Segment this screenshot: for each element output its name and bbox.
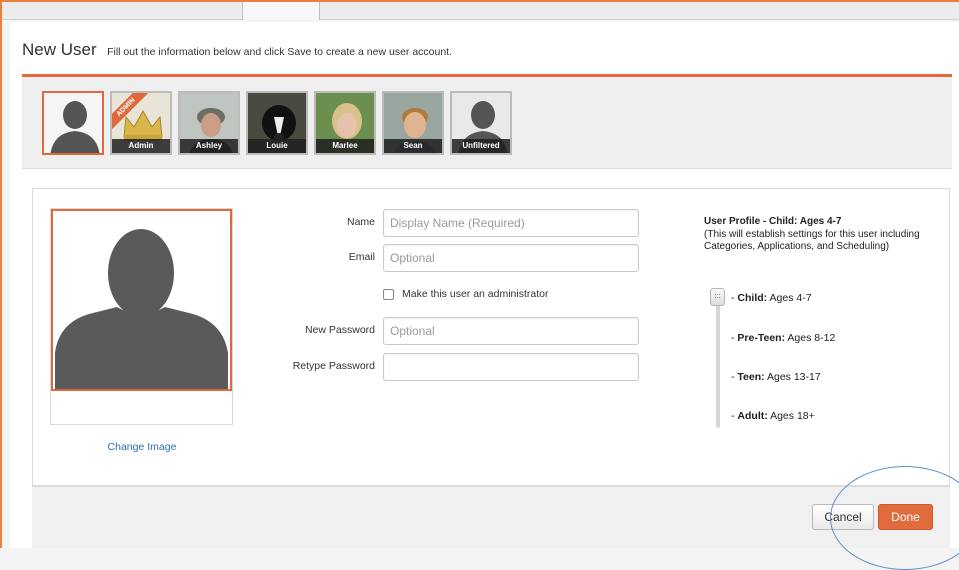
retype-password-label: Retype Password <box>292 360 375 372</box>
profile-photo-frame <box>50 208 233 425</box>
admin-checkbox[interactable] <box>383 288 394 300</box>
name-input[interactable] <box>383 209 639 237</box>
name-label: Name <box>346 216 375 228</box>
user-thumb-label: Sean <box>384 139 442 153</box>
age-level-range: Ages 13-17 <box>764 371 821 383</box>
new-password-input[interactable] <box>383 317 639 345</box>
age-level-preteen[interactable]: - Pre-Teen: Ages 8-12 <box>731 332 835 344</box>
user-thumb-sean[interactable]: Sean <box>382 91 444 155</box>
admin-checkbox-label: Make this user an administrator <box>402 288 549 300</box>
user-thumb-admin[interactable]: ADMIN Admin <box>110 91 172 155</box>
new-password-label: New Password <box>304 324 375 336</box>
profile-title: User Profile - Child: Ages 4-7 <box>704 216 842 227</box>
user-thumb-ashley[interactable]: Ashley <box>178 91 240 155</box>
user-thumb-label: Louie <box>248 139 306 153</box>
top-toolbar-strip <box>2 2 959 20</box>
page-title: New User <box>22 40 97 59</box>
profile-photo[interactable] <box>51 209 232 391</box>
cancel-button[interactable]: Cancel <box>812 504 874 530</box>
profile-description: (This will establish settings for this u… <box>704 229 920 252</box>
toolbar-tab[interactable] <box>242 2 320 20</box>
age-level-name: Pre-Teen: <box>737 332 786 344</box>
silhouette-icon <box>55 229 228 389</box>
user-thumb-marlee[interactable]: Marlee <box>314 91 376 155</box>
age-level-adult[interactable]: - Adult: Ages 18+ <box>731 410 815 422</box>
user-thumb-label: Admin <box>112 139 170 153</box>
age-level-name: Teen: <box>737 371 765 383</box>
age-level-range: Ages 4-7 <box>767 292 812 304</box>
age-level-range: Ages 18+ <box>767 410 815 422</box>
admin-checkbox-row[interactable]: Make this user an administrator <box>383 288 548 300</box>
user-thumb-louie[interactable]: Louie <box>246 91 308 155</box>
done-button[interactable]: Done <box>878 504 933 530</box>
age-level-child[interactable]: - Child: Ages 4-7 <box>731 292 812 304</box>
user-selector-strip: ADMIN Admin Ashley Louie Marlee Sean Unf… <box>22 77 952 169</box>
slider-handle-icon[interactable]: ::: <box>710 288 725 306</box>
profile-slider-track[interactable] <box>716 290 720 428</box>
silhouette-icon <box>44 93 102 153</box>
user-thumb-label: Ashley <box>180 139 238 153</box>
email-input[interactable] <box>383 244 639 272</box>
age-level-teen[interactable]: - Teen: Ages 13-17 <box>731 371 821 383</box>
retype-password-input[interactable] <box>383 353 639 381</box>
user-thumb-label: Marlee <box>316 139 374 153</box>
page-header: New User Fill out the information below … <box>22 40 452 60</box>
age-level-name: Child: <box>737 292 768 304</box>
user-thumb-new[interactable] <box>42 91 104 155</box>
user-thumb-label: Unfiltered <box>452 139 510 153</box>
email-label: Email <box>348 251 375 263</box>
age-level-range: Ages 8-12 <box>785 332 836 344</box>
page-subtitle: Fill out the information below and click… <box>107 46 453 58</box>
change-image-link[interactable]: Change Image <box>92 441 192 453</box>
age-level-name: Adult: <box>737 410 768 422</box>
user-thumb-unfiltered[interactable]: Unfiltered <box>450 91 512 155</box>
